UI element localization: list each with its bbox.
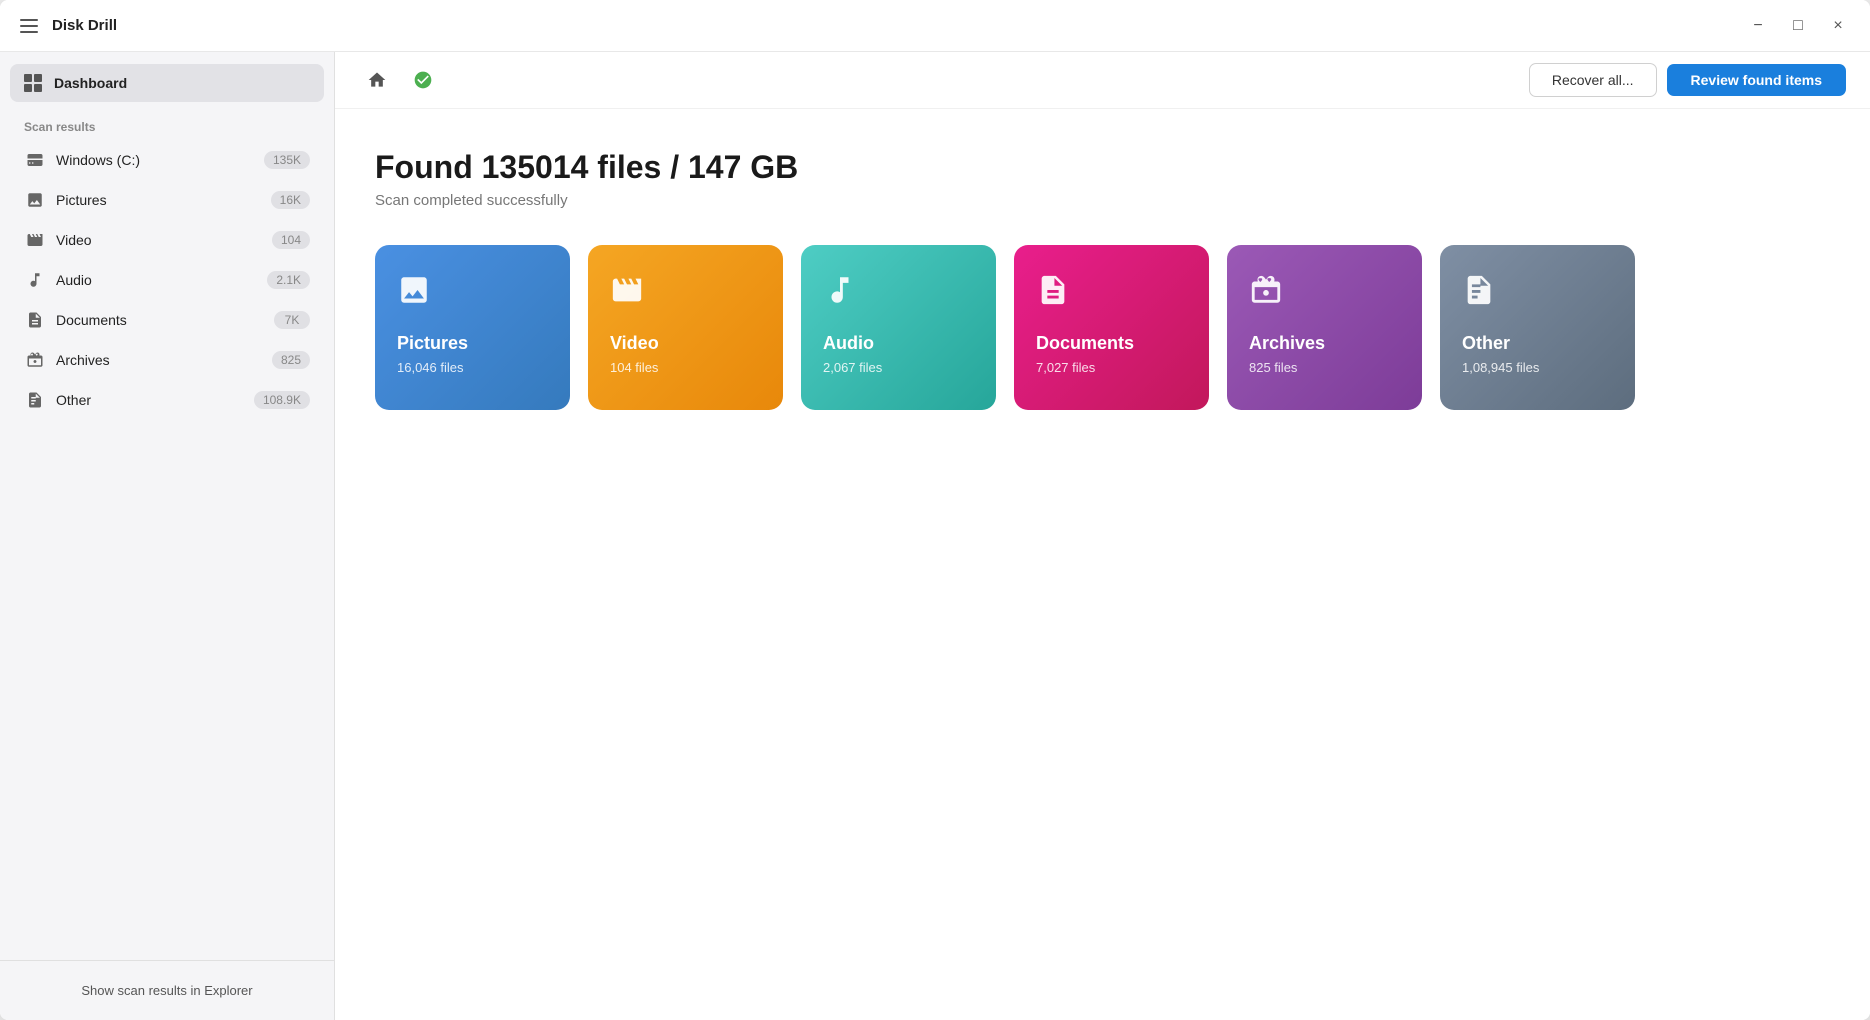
category-card-audio[interactable]: Audio 2,067 files	[801, 245, 996, 410]
dashboard-icon	[24, 74, 42, 92]
video-card-icon	[610, 273, 761, 315]
pictures-icon	[24, 189, 46, 211]
title-bar-controls: − □ ×	[1742, 10, 1854, 42]
sidebar-item-other-label: Other	[56, 392, 244, 408]
pictures-card-icon	[397, 273, 548, 315]
hamburger-menu-icon[interactable]	[16, 15, 42, 37]
category-card-pictures[interactable]: Pictures 16,046 files	[375, 245, 570, 410]
sidebar-item-pictures[interactable]: Pictures 16K	[10, 180, 324, 220]
pictures-card-name: Pictures	[397, 333, 548, 354]
audio-icon	[24, 269, 46, 291]
video-card-count: 104 files	[610, 360, 761, 375]
audio-card-count: 2,067 files	[823, 360, 974, 375]
sidebar-item-windows-label: Windows (C:)	[56, 152, 254, 168]
documents-card-name: Documents	[1036, 333, 1187, 354]
audio-card-icon	[823, 273, 974, 315]
title-bar-left: Disk Drill	[16, 15, 1742, 37]
scan-results-heading: Scan results	[10, 106, 324, 140]
other-icon	[24, 389, 46, 411]
dashboard-label: Dashboard	[54, 75, 127, 91]
archives-card-count: 825 files	[1249, 360, 1400, 375]
other-card-icon	[1462, 273, 1613, 315]
close-button[interactable]: ×	[1822, 10, 1854, 42]
main-layout: Dashboard Scan results Windows (C:) 135K	[0, 52, 1870, 1020]
other-card-count: 1,08,945 files	[1462, 360, 1613, 375]
content-area: Recover all... Review found items Found …	[335, 52, 1870, 1020]
category-card-documents[interactable]: Documents 7,027 files	[1014, 245, 1209, 410]
sidebar-item-other-count: 108.9K	[254, 391, 310, 409]
sidebar-item-video-label: Video	[56, 232, 262, 248]
app-window: Disk Drill − □ × Dashboard Scan results	[0, 0, 1870, 1020]
scan-status: Scan completed successfully	[375, 192, 1830, 209]
sidebar-item-documents[interactable]: Documents 7K	[10, 300, 324, 340]
sidebar-item-windows-count: 135K	[264, 151, 310, 169]
sidebar-item-archives[interactable]: Archives 825	[10, 340, 324, 380]
sidebar-item-audio[interactable]: Audio 2.1K	[10, 260, 324, 300]
sidebar: Dashboard Scan results Windows (C:) 135K	[0, 52, 335, 1020]
category-card-video[interactable]: Video 104 files	[588, 245, 783, 410]
hdd-icon	[24, 149, 46, 171]
recover-all-button[interactable]: Recover all...	[1529, 63, 1657, 97]
app-title: Disk Drill	[52, 17, 117, 34]
documents-card-icon	[1036, 273, 1187, 315]
sidebar-item-documents-label: Documents	[56, 312, 264, 328]
sidebar-item-other[interactable]: Other 108.9K	[10, 380, 324, 420]
sidebar-item-video-count: 104	[272, 231, 310, 249]
archives-card-name: Archives	[1249, 333, 1400, 354]
sidebar-item-audio-count: 2.1K	[267, 271, 310, 289]
sidebar-item-pictures-label: Pictures	[56, 192, 261, 208]
archives-icon	[24, 349, 46, 371]
sidebar-item-audio-label: Audio	[56, 272, 257, 288]
sidebar-nav: Dashboard Scan results Windows (C:) 135K	[0, 52, 334, 420]
sidebar-footer: Show scan results in Explorer	[0, 960, 334, 1020]
category-card-other[interactable]: Other 1,08,945 files	[1440, 245, 1635, 410]
documents-icon	[24, 309, 46, 331]
title-bar: Disk Drill − □ ×	[0, 0, 1870, 52]
video-card-name: Video	[610, 333, 761, 354]
show-explorer-button[interactable]: Show scan results in Explorer	[10, 973, 324, 1008]
content-body: Found 135014 files / 147 GB Scan complet…	[335, 109, 1870, 1020]
audio-card-name: Audio	[823, 333, 974, 354]
documents-card-count: 7,027 files	[1036, 360, 1187, 375]
content-toolbar: Recover all... Review found items	[335, 52, 1870, 109]
found-heading: Found 135014 files / 147 GB	[375, 149, 1830, 186]
category-card-archives[interactable]: Archives 825 files	[1227, 245, 1422, 410]
sidebar-item-pictures-count: 16K	[271, 191, 310, 209]
sidebar-item-dashboard[interactable]: Dashboard	[10, 64, 324, 102]
other-card-name: Other	[1462, 333, 1613, 354]
home-button[interactable]	[359, 62, 395, 98]
maximize-button[interactable]: □	[1782, 10, 1814, 42]
category-cards: Pictures 16,046 files Video 104 files	[375, 245, 1830, 410]
check-button[interactable]	[405, 62, 441, 98]
sidebar-item-archives-label: Archives	[56, 352, 262, 368]
video-icon	[24, 229, 46, 251]
sidebar-item-documents-count: 7K	[274, 311, 310, 329]
pictures-card-count: 16,046 files	[397, 360, 548, 375]
review-found-button[interactable]: Review found items	[1667, 64, 1846, 96]
sidebar-item-video[interactable]: Video 104	[10, 220, 324, 260]
archives-card-icon	[1249, 273, 1400, 315]
sidebar-item-windows[interactable]: Windows (C:) 135K	[10, 140, 324, 180]
minimize-button[interactable]: −	[1742, 10, 1774, 42]
sidebar-item-archives-count: 825	[272, 351, 310, 369]
